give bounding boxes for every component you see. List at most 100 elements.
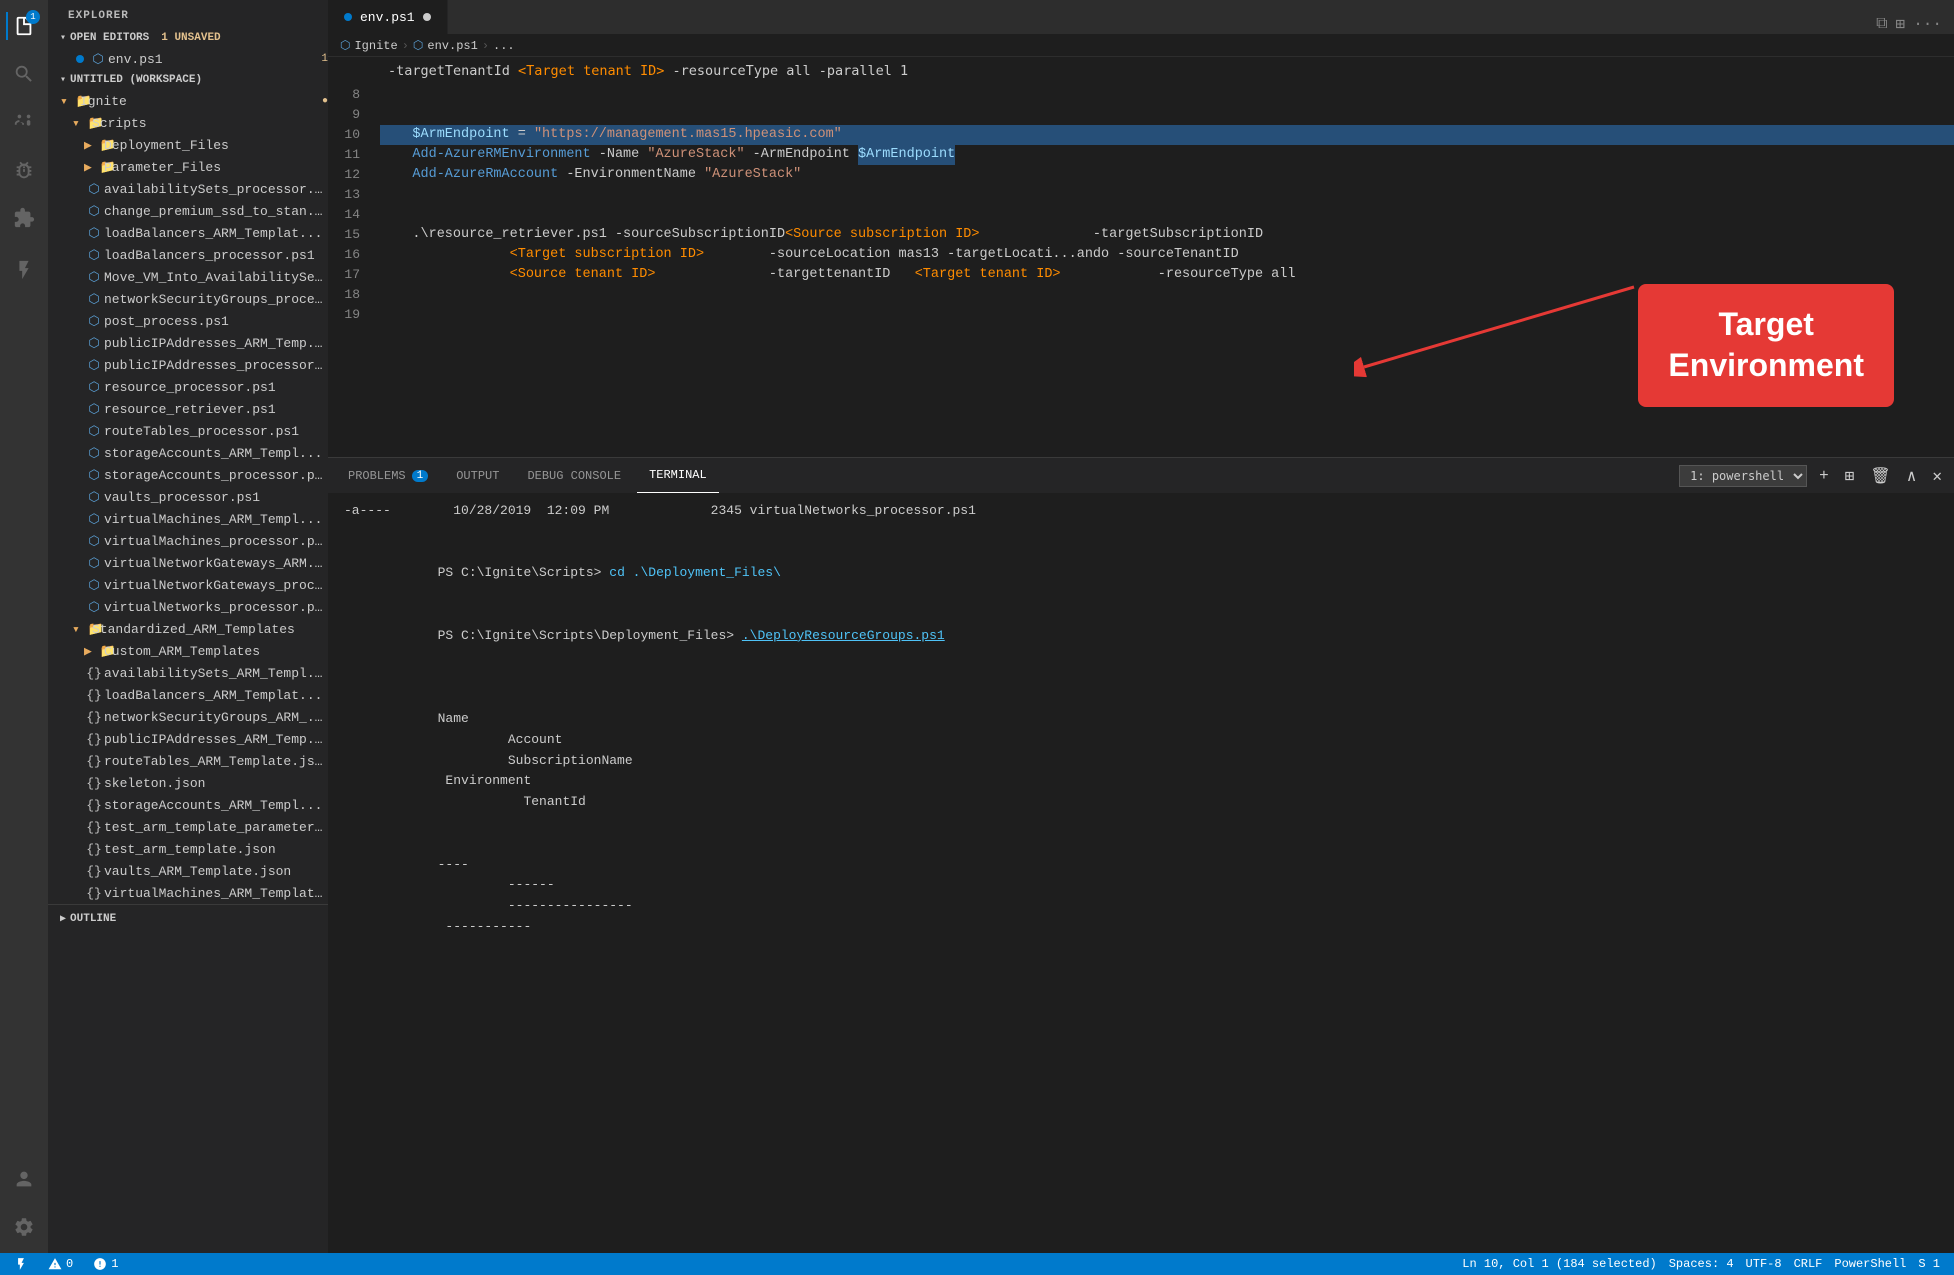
folder-standardized-arm[interactable]: ▾ 📁 Standardized_ARM_Templates — [48, 618, 328, 640]
files-icon[interactable]: 1 — [6, 8, 42, 44]
file-test-json[interactable]: {} test_arm_template.json — [48, 838, 328, 860]
status-spaces[interactable]: Spaces: 4 — [1663, 1257, 1740, 1271]
code-lines[interactable]: $ArmEndpoint = "https://management.mas15… — [368, 81, 1954, 457]
split-editor-icon[interactable]: ⧉ — [1876, 15, 1887, 33]
file-move-vm[interactable]: ⬡ Move_VM_Into_AvailabilitySet... — [48, 266, 328, 288]
ps1-icon-vng-proc: ⬡ — [84, 578, 104, 593]
file-vng-proc-label: virtualNetworkGateways_proc... — [104, 578, 328, 593]
folder-ignite[interactable]: ▾ 📁 Ignite ● — [48, 90, 328, 112]
status-eol[interactable]: CRLF — [1788, 1257, 1829, 1271]
tab-output[interactable]: OUTPUT — [444, 458, 511, 493]
open-editor-badge: 1 — [321, 53, 328, 65]
outline-section[interactable]: ▶ OUTLINE — [48, 909, 328, 929]
problems-badge: 1 — [412, 470, 429, 482]
folder-deployment-files[interactable]: ▶ 📁 Deployment_Files — [48, 134, 328, 156]
tab-problems[interactable]: PROBLEMS 1 — [336, 458, 440, 493]
folder-custom-arm[interactable]: ▶ 📁 Custom_ARM_Templates — [48, 640, 328, 662]
status-position[interactable]: Ln 10, Col 1 (184 selected) — [1456, 1257, 1662, 1271]
ps1-icon-rt: ⬡ — [84, 424, 104, 439]
status-encoding-text: UTF-8 — [1746, 1257, 1782, 1271]
extensions-icon[interactable] — [6, 200, 42, 236]
file-vm-arm[interactable]: ⬡ virtualMachines_ARM_Templ... — [48, 508, 328, 530]
status-feedback[interactable]: S 1 — [1912, 1257, 1946, 1271]
open-editors-section[interactable]: ▾ OPEN EDITORS 1 UNSAVED — [48, 28, 328, 48]
json-icon-rt: {} — [84, 754, 104, 769]
open-editor-env-ps1[interactable]: ⬡ env.ps1 1 — [48, 48, 328, 70]
source-control-icon[interactable] — [6, 104, 42, 140]
file-resource-processor[interactable]: ⬡ resource_processor.ps1 — [48, 376, 328, 398]
folder-parameter-files[interactable]: ▶ 📁 Parameter_Files — [48, 156, 328, 178]
file-storage-processor[interactable]: ⬡ storageAccounts_processor.ps1 — [48, 464, 328, 486]
file-storage-arm[interactable]: ⬡ storageAccounts_ARM_Templ... — [48, 442, 328, 464]
file-pip-json[interactable]: {} publicIPAddresses_ARM_Temp... — [48, 728, 328, 750]
kill-terminal-button[interactable]: 🗑 — [1866, 464, 1894, 488]
file-post-process[interactable]: ⬡ post_process.ps1 — [48, 310, 328, 332]
file-nsg-json[interactable]: {} networkSecurityGroups_ARM_... — [48, 706, 328, 728]
more-actions-icon[interactable]: ··· — [1913, 15, 1942, 33]
file-lb-json[interactable]: {} loadBalancers_ARM_Templat... — [48, 684, 328, 706]
file-vnet-processor[interactable]: ⬡ virtualNetworks_processor.ps1 — [48, 596, 328, 618]
breadcrumb-ignite[interactable]: Ignite — [354, 39, 397, 53]
file-sa-arm-label: storageAccounts_ARM_Templ... — [104, 446, 328, 461]
file-availability-sets-processor[interactable]: ⬡ availabilitySets_processor.ps1 — [48, 178, 328, 200]
status-errors[interactable]: 1 — [87, 1253, 124, 1275]
add-terminal-button[interactable]: + — [1815, 465, 1833, 487]
file-rt-label: routeTables_processor.ps1 — [104, 424, 328, 439]
file-test-param-label: test_arm_template_parameter... — [104, 820, 328, 835]
debug-icon[interactable] — [6, 152, 42, 188]
file-vng-arm[interactable]: ⬡ virtualNetworkGateways_ARM... — [48, 552, 328, 574]
file-rt-json[interactable]: {} routeTables_ARM_Template.json — [48, 750, 328, 772]
file-vng-processor[interactable]: ⬡ virtualNetworkGateways_proc... — [48, 574, 328, 596]
ps1-icon-res-ret: ⬡ — [84, 402, 104, 417]
code-editor[interactable]: -targetTenantId <Target tenant ID> -reso… — [328, 57, 1954, 457]
editor-layout-icon[interactable]: ⊞ — [1896, 14, 1906, 34]
tab-ps1-indicator — [344, 13, 352, 21]
tab-env-ps1[interactable]: env.ps1 — [328, 0, 448, 34]
status-remote[interactable] — [8, 1253, 34, 1275]
status-feedback-text: S 1 — [1918, 1257, 1940, 1271]
file-vaults-json[interactable]: {} vaults_ARM_Template.json — [48, 860, 328, 882]
folder-scripts[interactable]: ▾ 📁 Scripts — [48, 112, 328, 134]
remote-icon[interactable] — [6, 252, 42, 288]
sidebar-header: EXPLORER — [48, 0, 328, 28]
code-line-15: .\resource_retriever.ps1 -sourceSubscrip… — [380, 225, 1954, 245]
file-route-tables[interactable]: ⬡ routeTables_processor.ps1 — [48, 420, 328, 442]
folder-parameter-label: Parameter_Files — [104, 160, 328, 175]
file-test-param-json[interactable]: {} test_arm_template_parameter... — [48, 816, 328, 838]
maximize-panel-button[interactable]: ∧ — [1903, 464, 1921, 488]
breadcrumb-file[interactable]: env.ps1 — [427, 39, 477, 53]
terminal-content[interactable]: -a---- 10/28/2019 12:09 PM 2345 virtualN… — [328, 493, 1954, 937]
file-nsg-processor[interactable]: ⬡ networkSecurityGroups_proce... — [48, 288, 328, 310]
output-label: OUTPUT — [456, 469, 499, 483]
file-vaults-processor[interactable]: ⬡ vaults_processor.ps1 — [48, 486, 328, 508]
file-change-premium[interactable]: ⬡ change_premium_ssd_to_stan... — [48, 200, 328, 222]
file-lb-arm[interactable]: ⬡ loadBalancers_ARM_Templat... — [48, 222, 328, 244]
folder-icon-custom-arm: ▶ 📁 — [84, 644, 104, 659]
tab-debug-console[interactable]: DEBUG CONSOLE — [515, 458, 633, 493]
workspace-section[interactable]: ▾ UNTITLED (WORKSPACE) — [48, 70, 328, 90]
terminal-shell-select[interactable]: 1: powershell — [1679, 465, 1807, 487]
file-lb-processor[interactable]: ⬡ loadBalancers_processor.ps1 — [48, 244, 328, 266]
panel-area: PROBLEMS 1 OUTPUT DEBUG CONSOLE TERMINAL — [328, 457, 1954, 937]
file-resource-retriever[interactable]: ⬡ resource_retriever.ps1 — [48, 398, 328, 420]
status-warnings[interactable]: 0 — [42, 1253, 79, 1275]
status-encoding[interactable]: UTF-8 — [1740, 1257, 1788, 1271]
file-pip-arm[interactable]: ⬡ publicIPAddresses_ARM_Temp... — [48, 332, 328, 354]
split-terminal-button[interactable]: ⊞ — [1841, 464, 1859, 488]
file-skeleton-json[interactable]: {} skeleton.json — [48, 772, 328, 794]
problems-label: PROBLEMS — [348, 469, 406, 483]
breadcrumb-ps1-icon2: ⬡ — [413, 38, 423, 53]
search-icon[interactable] — [6, 56, 42, 92]
close-panel-button[interactable]: ✕ — [1928, 464, 1946, 488]
file-as-json[interactable]: {} availabilitySets_ARM_Templ... — [48, 662, 328, 684]
ps1-icon-sa-arm: ⬡ — [84, 446, 104, 461]
settings-icon[interactable] — [6, 1209, 42, 1245]
file-vaults-label: vaults_processor.ps1 — [104, 490, 328, 505]
file-vm-json[interactable]: {} virtualMachines_ARM_Templat... — [48, 882, 328, 904]
file-sa-json[interactable]: {} storageAccounts_ARM_Templ... — [48, 794, 328, 816]
account-icon[interactable] — [6, 1161, 42, 1197]
file-vm-processor[interactable]: ⬡ virtualMachines_processor.ps1 — [48, 530, 328, 552]
file-pip-processor[interactable]: ⬡ publicIPAddresses_processor.... — [48, 354, 328, 376]
tab-terminal[interactable]: TERMINAL — [637, 458, 719, 493]
status-language[interactable]: PowerShell — [1828, 1257, 1912, 1271]
